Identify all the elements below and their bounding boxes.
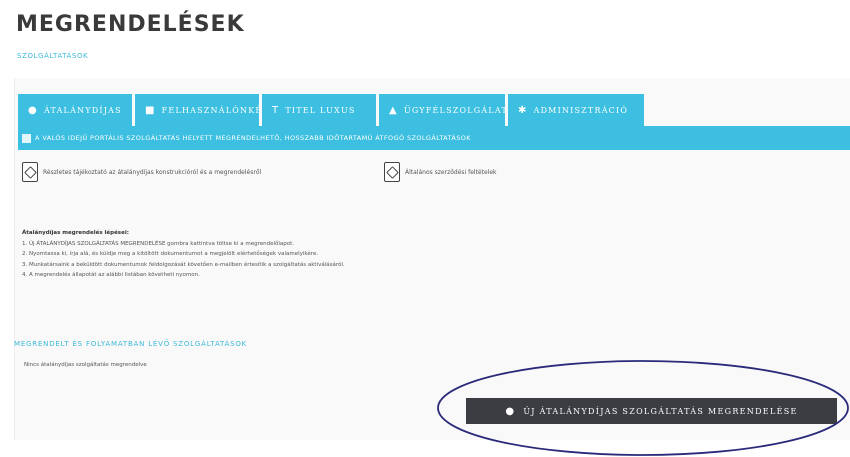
order-steps: Átalánydíjas megrendelés lépései: 1. Új … <box>22 228 345 281</box>
tab-label: FELHASZNÁLÓNKÉNT <box>161 105 278 115</box>
document-label: Részletes tájékoztató az átalánydíjas ko… <box>43 168 262 176</box>
tab-titel-luxus[interactable]: T TITEL LUXUS <box>262 94 376 126</box>
document-link-details[interactable]: Részletes tájékoztató az átalánydíjas ko… <box>22 162 261 182</box>
document-link-terms[interactable]: Általános szerződési feltételek <box>384 162 497 182</box>
info-bar-text: A VALÓS IDEJŰ PORTÁLIS SZOLGÁLTATÁS HELY… <box>35 134 471 142</box>
tab-label: TITEL LUXUS <box>285 105 356 115</box>
chat-bubble-icon: ● <box>28 104 38 116</box>
tab-flat-rate[interactable]: ● ÁTALÁNYDÍJAS <box>18 94 132 126</box>
tab-label: ÜGYFÉLSZOLGÁLAT <box>403 105 508 115</box>
step-item: 4. A megrendelés állapotát az alábbi lis… <box>22 272 200 278</box>
tab-administration[interactable]: ✱ ADMINISZTRÁCIÓ <box>508 94 644 126</box>
orders-section-heading: MEGRENDELT ÉS FOLYAMATBAN LÉVŐ SZOLGÁLTA… <box>14 340 248 348</box>
pdf-icon <box>384 162 400 182</box>
page-subtitle: SZOLGÁLTATÁSOK <box>17 52 89 60</box>
highlight-ellipse <box>437 360 849 456</box>
info-bar: A VALÓS IDEJŰ PORTÁLIS SZOLGÁLTATÁS HELY… <box>18 126 850 150</box>
step-item: 2. Nyomtassa ki, írja alá, és küldje meg… <box>22 251 319 257</box>
user-icon: ■ <box>145 104 156 116</box>
document-label: Általános szerződési feltételek <box>405 168 497 176</box>
tab-per-user[interactable]: ■ FELHASZNÁLÓNKÉNT <box>135 94 276 126</box>
tab-customer-service[interactable]: ▲ ÜGYFÉLSZOLGÁLAT <box>379 94 508 126</box>
tag-icon: T <box>272 104 280 116</box>
tab-label: ADMINISZTRÁCIÓ <box>533 105 629 115</box>
page-title: MEGRENDELÉSEK <box>16 12 245 37</box>
home-icon: ▲ <box>389 104 398 116</box>
steps-title: Átalánydíjas megrendelés lépései: <box>22 230 129 236</box>
orders-empty-note: Nincs átalánydíjas szolgáltatás megrende… <box>24 362 147 368</box>
service-tabs: ● ÁTALÁNYDÍJAS ■ FELHASZNÁLÓNKÉNT T TITE… <box>18 94 644 126</box>
step-item: 3. Munkatársaink a beküldött dokumentumo… <box>22 261 345 268</box>
pdf-icon <box>22 162 38 182</box>
step-item: 1. Új ÁTALÁNYDÍJAS SZOLGÁLTATÁS MEGRENDE… <box>22 240 295 247</box>
gear-icon: ✱ <box>518 104 528 116</box>
info-icon <box>22 133 31 143</box>
tab-label: ÁTALÁNYDÍJAS <box>43 105 122 115</box>
